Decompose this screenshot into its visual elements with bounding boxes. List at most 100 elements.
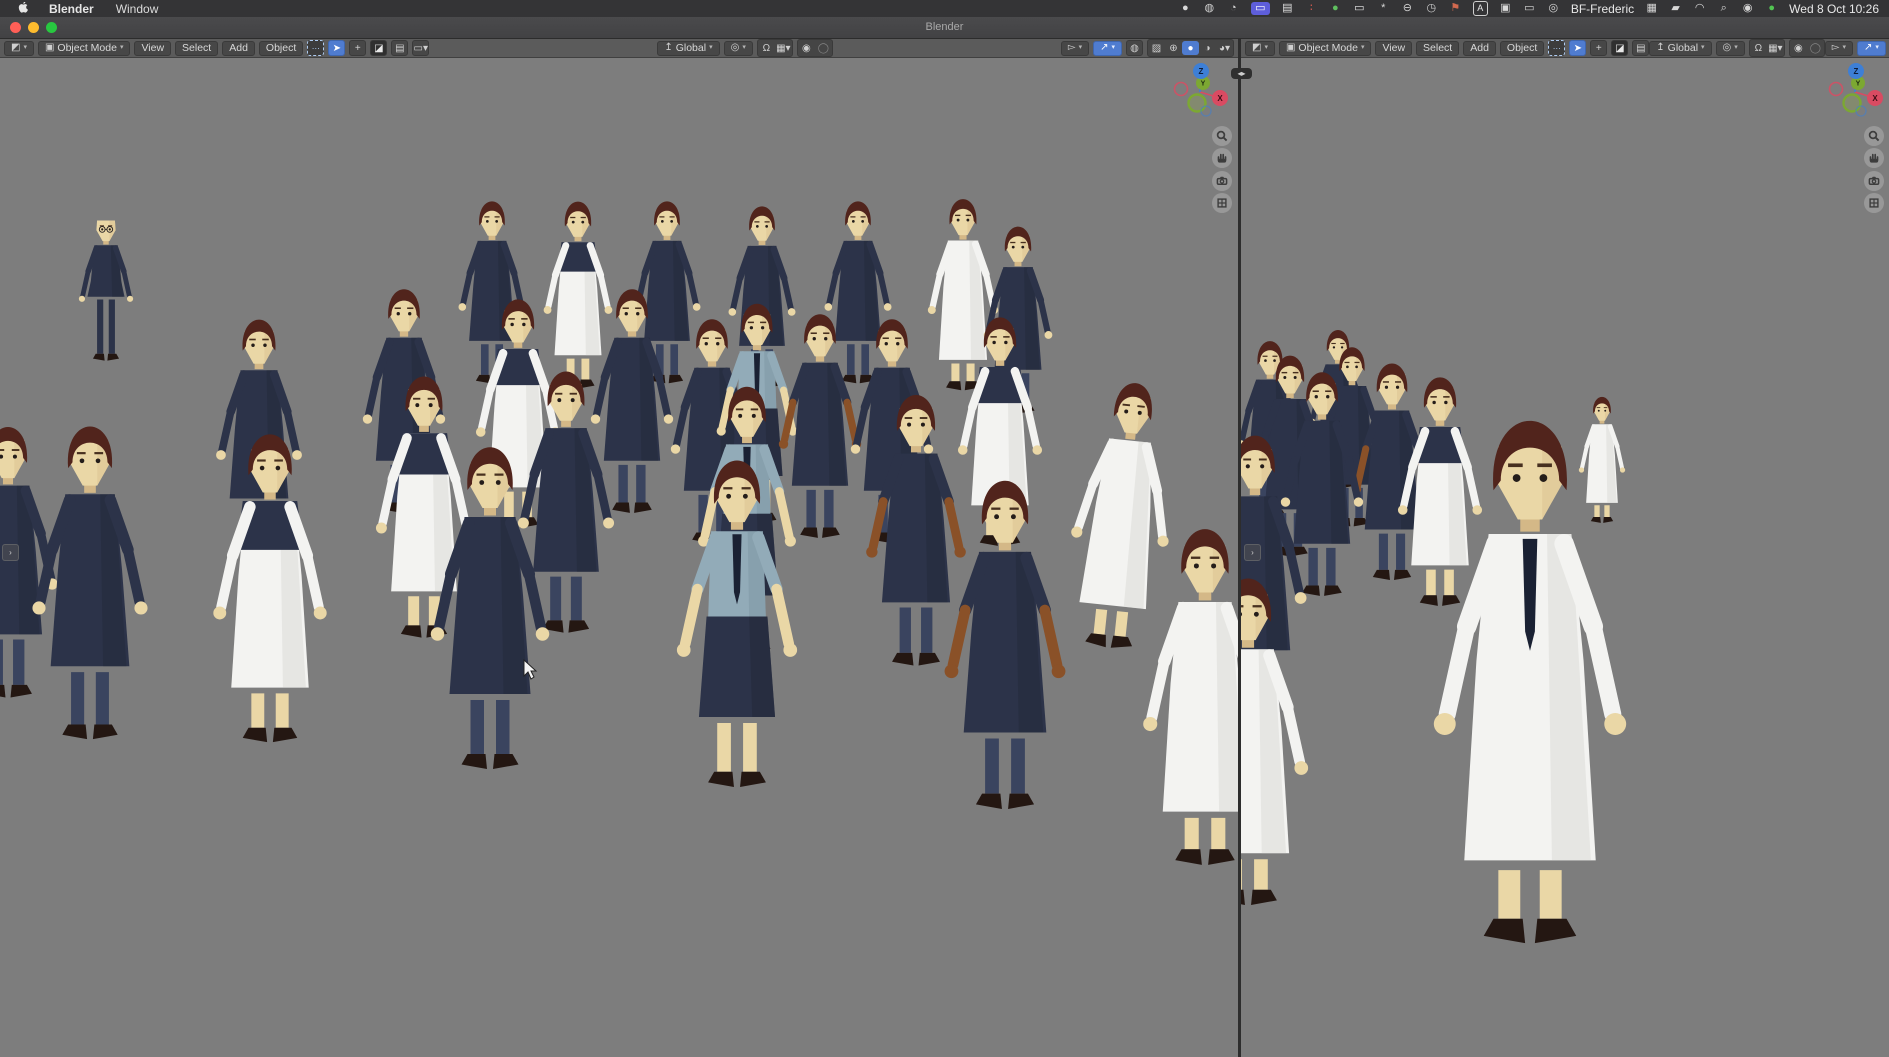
presence-dot-icon[interactable]: ●	[1765, 2, 1778, 15]
character[interactable]	[79, 220, 133, 360]
copy-icon[interactable]: ▣	[1499, 2, 1512, 15]
user-icon[interactable]: ◉	[1741, 2, 1754, 15]
menu-select[interactable]: Select	[175, 41, 218, 56]
display-icon[interactable]: ▭	[1523, 2, 1536, 15]
move-tool-icon[interactable]: +	[349, 40, 366, 56]
menu-object[interactable]: Object	[1500, 41, 1544, 56]
falloff-dropdown-icon[interactable]: ◯	[815, 41, 832, 55]
pivot-dropdown[interactable]: ◎ ▾	[1716, 41, 1745, 56]
menubar-app-name[interactable]: Blender	[49, 2, 94, 16]
battery-icon[interactable]: ▰	[1669, 2, 1682, 15]
editor-type-button[interactable]: ◩ ▾	[4, 41, 34, 56]
annotate-tool-icon[interactable]: ◪	[370, 40, 387, 56]
screen-share-icon[interactable]: ▭	[1251, 2, 1270, 15]
notes-icon[interactable]: ▤	[1281, 2, 1294, 15]
navigation-gizmo[interactable]: YZX	[1175, 63, 1229, 116]
mode-dropdown[interactable]: ▣ Object Mode ▾	[1279, 41, 1372, 56]
viewport-canvas-left[interactable]: YZX	[0, 58, 1238, 1057]
menubar-item-window[interactable]: Window	[116, 2, 159, 16]
measure-tool-icon[interactable]: ▤	[1632, 40, 1649, 56]
pan-view-button[interactable]	[1864, 148, 1884, 168]
perspective-view-button[interactable]	[1864, 193, 1884, 213]
measure-tool-icon[interactable]: ▤	[391, 40, 408, 56]
shading-wireframe-icon[interactable]: ⊕	[1165, 41, 1182, 55]
character[interactable]	[32, 427, 147, 740]
zoom-view-button[interactable]	[1212, 126, 1232, 146]
info-icon[interactable]: ◔	[1227, 2, 1240, 15]
snap-settings-icon[interactable]: ▦▾	[775, 41, 792, 55]
select-box-tool-icon[interactable]: ⋯	[1548, 40, 1565, 56]
wheel-icon[interactable]: ◍	[1203, 2, 1216, 15]
move-tool-icon[interactable]: +	[1590, 40, 1607, 56]
menubar-clock[interactable]: Wed 8 Oct 10:26	[1789, 2, 1879, 16]
spotlight-icon[interactable]: ⌕	[1717, 2, 1730, 15]
editor-divider[interactable]	[1238, 38, 1241, 1057]
navigation-gizmo[interactable]: YZX	[1830, 63, 1884, 116]
camera-view-button[interactable]	[1864, 171, 1884, 191]
divider-collapse-handle[interactable]: ◂▸	[1231, 68, 1252, 79]
menu-add[interactable]: Add	[222, 41, 255, 56]
viewport-canvas-right[interactable]: YZX	[1241, 58, 1889, 1057]
snap-toggle-icon[interactable]: Ω	[758, 41, 775, 55]
menu-view[interactable]: View	[1375, 41, 1412, 56]
collapsed-panel-tab-left[interactable]: ›	[2, 544, 19, 561]
moon-icon[interactable]: ●	[1179, 2, 1192, 15]
wifi-icon[interactable]: ◠	[1693, 2, 1706, 15]
shading-solid-icon[interactable]: ●	[1182, 41, 1199, 55]
annotate-tool-icon[interactable]: ◪	[1611, 40, 1628, 56]
character[interactable]	[1579, 397, 1625, 523]
zoom-view-button[interactable]	[1864, 126, 1884, 146]
status-lights-icon[interactable]: ∶	[1305, 2, 1318, 15]
gizmo-toggle[interactable]: ↗ ▾	[1093, 41, 1122, 56]
character[interactable]	[1060, 378, 1185, 653]
snap-settings-icon[interactable]: ▦▾	[1767, 41, 1784, 55]
input-source-icon[interactable]: A	[1473, 1, 1488, 16]
character[interactable]	[544, 202, 613, 389]
visibility-dropdown[interactable]: ▻ ▾	[1061, 41, 1089, 56]
window-titlebar[interactable]: Blender	[0, 17, 1889, 39]
extra-tool-icon[interactable]: ▭▾	[412, 40, 429, 56]
gear-icon[interactable]: *	[1377, 2, 1390, 15]
apple-menu[interactable]	[18, 2, 31, 16]
active-tool-icon[interactable]: ➤	[1569, 40, 1586, 56]
menu-add[interactable]: Add	[1463, 41, 1496, 56]
collapsed-panel-tab-right[interactable]: ›	[1244, 544, 1261, 561]
window-icon[interactable]: ▭	[1353, 2, 1366, 15]
menu-select[interactable]: Select	[1416, 41, 1459, 56]
camera-view-button[interactable]	[1212, 171, 1232, 191]
falloff-dropdown-icon[interactable]: ◯	[1807, 41, 1824, 55]
editor-type-button[interactable]: ◩ ▾	[1245, 41, 1275, 56]
character[interactable]	[1143, 529, 1238, 865]
record-icon[interactable]: ◎	[1547, 2, 1560, 15]
figures-icon[interactable]: ⚑	[1449, 2, 1462, 15]
menu-view[interactable]: View	[134, 41, 171, 56]
status-green-icon[interactable]: ●	[1329, 2, 1342, 15]
viewport-right[interactable]: YZX	[1241, 58, 1889, 1057]
minus-circle-icon[interactable]: ⊖	[1401, 2, 1414, 15]
perspective-view-button[interactable]	[1212, 193, 1232, 213]
orientation-dropdown[interactable]: ↥ Global ▾	[1649, 41, 1711, 56]
select-box-tool-icon[interactable]: ⋯	[307, 40, 324, 56]
shading-material-icon[interactable]: ◑	[1199, 41, 1216, 55]
mode-dropdown[interactable]: ▣ Object Mode ▾	[38, 41, 131, 56]
keyboard-icon[interactable]: ▦	[1645, 2, 1658, 15]
active-tool-icon[interactable]: ➤	[328, 40, 345, 56]
shading-rendered-icon[interactable]: ◕▾	[1216, 41, 1233, 55]
visibility-dropdown[interactable]: ▻ ▾	[1825, 41, 1853, 56]
pan-view-button[interactable]	[1212, 148, 1232, 168]
overlays-toggle-icon[interactable]: ◍	[1126, 40, 1143, 56]
menubar-username[interactable]: BF-Frederic	[1571, 2, 1634, 16]
snap-toggle-icon[interactable]: Ω	[1750, 41, 1767, 55]
proportional-edit-icon[interactable]: ◉	[798, 41, 815, 55]
gizmo-toggle[interactable]: ↗ ▾	[1857, 41, 1886, 56]
pivot-dropdown[interactable]: ◎ ▾	[724, 41, 753, 56]
clock-menu-icon[interactable]: ◷	[1425, 2, 1438, 15]
character[interactable]	[213, 434, 326, 742]
orientation-dropdown[interactable]: ↥ Global ▾	[657, 41, 719, 56]
menu-object[interactable]: Object	[259, 41, 303, 56]
proportional-edit-icon[interactable]: ◉	[1790, 41, 1807, 55]
viewport-left[interactable]: YZX	[0, 58, 1238, 1057]
character[interactable]	[928, 199, 998, 390]
character[interactable]	[945, 481, 1066, 809]
character[interactable]	[1398, 377, 1482, 605]
